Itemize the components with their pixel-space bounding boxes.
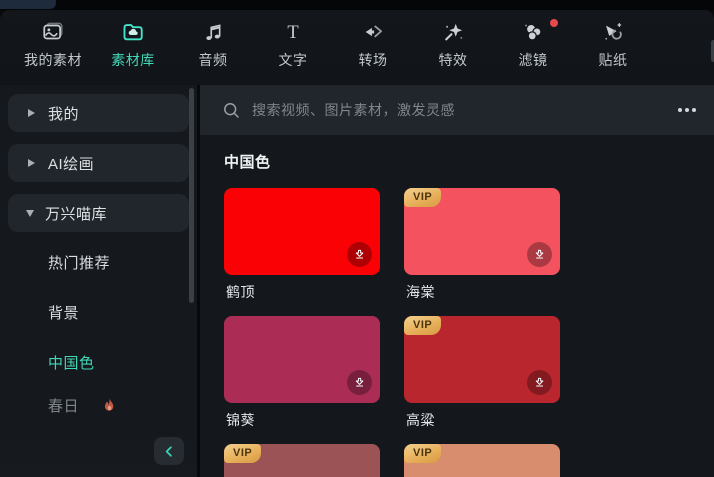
toolbar-label: 音频 — [198, 52, 228, 68]
sidebar-group-label: 我的 — [48, 105, 80, 123]
flame-icon — [101, 397, 118, 414]
filters-icon — [520, 19, 546, 45]
toolbar-label: 素材库 — [111, 52, 155, 68]
library-icon — [120, 19, 146, 45]
toolbar-item-filters[interactable]: 滤镜 — [500, 19, 566, 70]
sidebar-group-ai-paint[interactable]: AI绘画 — [8, 144, 189, 182]
vip-badge: VIP — [404, 444, 442, 463]
color-card: VIP 海棠 — [404, 188, 560, 316]
color-swatch[interactable]: VIP — [224, 444, 380, 477]
svg-text:T: T — [287, 22, 299, 43]
top-strip — [0, 0, 714, 10]
text-icon: T — [280, 19, 306, 45]
sidebar-group-mine[interactable]: 我的 — [8, 94, 189, 132]
toolbar-label: 特效 — [438, 52, 468, 68]
color-swatch[interactable]: VIP — [404, 444, 560, 477]
color-swatch[interactable] — [224, 188, 380, 275]
chevron-left-icon — [162, 444, 177, 459]
download-button[interactable] — [347, 370, 372, 395]
download-button[interactable] — [527, 370, 552, 395]
color-name: 海棠 — [406, 284, 435, 300]
sidebar-item-chinese-color[interactable]: 中国色 — [0, 347, 197, 377]
toolbar-label: 文字 — [278, 52, 308, 68]
more-options-button[interactable] — [676, 104, 698, 116]
caret-down-icon — [26, 209, 34, 217]
my-materials-icon — [40, 19, 66, 45]
color-name: 鹤顶 — [226, 284, 255, 300]
search-icon — [222, 101, 241, 120]
sidebar-group-label: AI绘画 — [48, 155, 95, 173]
window-corner-chip — [0, 0, 56, 9]
search-bar — [200, 85, 714, 135]
stickers-icon — [600, 19, 626, 45]
notification-dot — [550, 19, 558, 27]
section-title: 中国色 — [224, 154, 271, 171]
grid-row: 鹤顶 VIP 海棠 — [224, 188, 564, 316]
vip-badge: VIP — [404, 316, 442, 335]
main-toolbar: 我的素材 素材库 音频 T 文字 转场 特效 滤镜 贴纸 — [0, 10, 714, 85]
sidebar-item-label: 春日 — [48, 397, 80, 415]
toolbar-item-my-materials[interactable]: 我的素材 — [20, 19, 86, 70]
sidebar-scrollbar[interactable] — [189, 88, 194, 303]
sidebar: 我的 AI绘画 万兴喵库 热门推荐 背景 中国色 春日 — [0, 85, 197, 477]
vip-badge: VIP — [224, 444, 262, 463]
collapse-sidebar-button[interactable] — [154, 437, 184, 465]
transition-icon — [360, 19, 386, 45]
color-card: 鹤顶 — [224, 188, 380, 316]
caret-right-icon — [28, 109, 35, 117]
color-card: VIP — [404, 444, 560, 477]
toolbar-item-effects[interactable]: 特效 — [420, 19, 486, 70]
color-card: VIP — [224, 444, 380, 477]
toolbar-item-transition[interactable]: 转场 — [340, 19, 406, 70]
effects-icon — [440, 19, 466, 45]
grid-row: VIP VIP — [224, 444, 564, 477]
grid-row: 锦葵 VIP 高粱 — [224, 316, 564, 444]
color-card: VIP 高粱 — [404, 316, 560, 444]
toolbar-label: 贴纸 — [598, 52, 628, 68]
color-swatch[interactable]: VIP — [404, 316, 560, 403]
toolbar-label: 转场 — [358, 52, 388, 68]
toolbar-item-stickers[interactable]: 贴纸 — [580, 19, 646, 70]
search-input[interactable] — [252, 102, 676, 118]
color-card-grid: 鹤顶 VIP 海棠 锦葵 VIP 高粱 VIP VIP — [224, 188, 564, 477]
toolbar-item-audio[interactable]: 音频 — [180, 19, 246, 70]
sidebar-group-wondershare-lib[interactable]: 万兴喵库 — [8, 194, 189, 232]
sidebar-footer — [0, 431, 197, 477]
download-button[interactable] — [527, 242, 552, 267]
content-panel: 中国色 鹤顶 VIP — [200, 85, 714, 477]
color-swatch[interactable] — [224, 316, 380, 403]
sidebar-item-label: 热门推荐 — [48, 254, 111, 272]
color-card: 锦葵 — [224, 316, 380, 444]
color-swatch[interactable]: VIP — [404, 188, 560, 275]
toolbar-label: 滤镜 — [518, 52, 548, 68]
sidebar-item-spring[interactable]: 春日 — [0, 390, 197, 420]
sidebar-item-hot-recommend[interactable]: 热门推荐 — [0, 247, 197, 277]
sidebar-item-background[interactable]: 背景 — [0, 297, 197, 327]
color-name: 高粱 — [406, 412, 435, 428]
caret-right-icon — [28, 159, 35, 167]
vip-badge: VIP — [404, 188, 442, 207]
color-name: 锦葵 — [226, 412, 255, 428]
sidebar-group-label: 万兴喵库 — [45, 205, 108, 223]
toolbar-item-text[interactable]: T 文字 — [260, 19, 326, 70]
download-button[interactable] — [347, 242, 372, 267]
toolbar-label: 我的素材 — [24, 52, 82, 68]
sidebar-item-label: 背景 — [48, 304, 80, 322]
audio-icon — [200, 19, 226, 45]
sidebar-item-label: 中国色 — [48, 354, 95, 372]
toolbar-item-library[interactable]: 素材库 — [100, 19, 166, 70]
